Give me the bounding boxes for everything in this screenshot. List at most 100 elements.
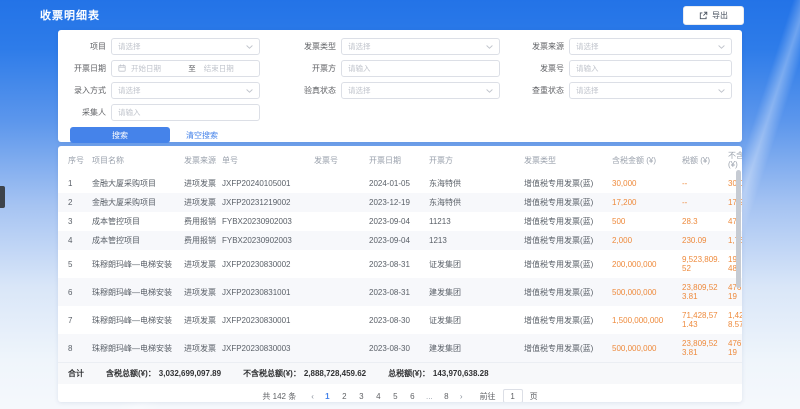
table-row[interactable]: 6珠穆朗玛峰—电梯安装进项发票JXFP202308310012023-08-31… xyxy=(58,278,742,306)
table-cell: 476,190,476.19 xyxy=(728,334,742,362)
date-start-placeholder: 开始日期 xyxy=(131,63,180,74)
page-button[interactable]: 4 xyxy=(372,391,385,402)
table-cell: 珠穆朗玛峰—电梯安装 xyxy=(92,255,184,274)
table-cell: 200,000,000 xyxy=(612,255,682,274)
table-cell: 2,000 xyxy=(612,231,682,250)
table-cell: 1 xyxy=(58,174,92,193)
background-decor-stripe xyxy=(734,85,800,409)
pagination-ellipsis: ... xyxy=(423,391,436,402)
page-button[interactable]: 2 xyxy=(338,391,351,402)
drawer-handle[interactable] xyxy=(0,186,5,208)
table-cell: 2 xyxy=(58,193,92,212)
table-cell: 5 xyxy=(58,255,92,274)
table-cell: 28.3 xyxy=(682,212,728,231)
table-cell: 费用报销 xyxy=(184,231,222,250)
table-cell: 2023-09-04 xyxy=(369,212,429,231)
table-cell: 增值税专用发票(蓝) xyxy=(524,231,612,250)
export-button[interactable]: 导出 xyxy=(683,6,744,25)
table-cell: 500 xyxy=(612,212,682,231)
page-title: 收票明细表 xyxy=(40,7,100,23)
table-row[interactable]: 8珠穆朗玛峰—电梯安装进项发票JXFP202308300032023-08-30… xyxy=(58,334,742,362)
verify-status-select[interactable]: 请选择 xyxy=(341,82,500,99)
table-cell: 2024-01-05 xyxy=(369,174,429,193)
next-page-button[interactable]: › xyxy=(457,391,466,402)
table-cell: 进项发票 xyxy=(184,193,222,212)
vertical-scrollbar[interactable] xyxy=(736,170,741,288)
table-row[interactable]: 2金融大厦采购项目进项发票JXFP202312190022023-12-19东海… xyxy=(58,193,742,212)
chevron-down-icon xyxy=(246,86,253,95)
table-cell: 1213 xyxy=(429,231,524,250)
table-cell: 6 xyxy=(58,283,92,302)
table-cell: JXFP20240105001 xyxy=(222,174,314,193)
table-row[interactable]: 3成本管控项目费用报销FYBX202309020032023-09-041121… xyxy=(58,212,742,231)
export-button-label: 导出 xyxy=(712,10,728,21)
table-cell: 500,000,000 xyxy=(612,283,682,302)
search-button[interactable]: 搜索 xyxy=(70,127,170,143)
table-cell: JXFP20230830003 xyxy=(222,339,314,358)
summary-row: 合计 含税总额(¥)：3,032,699,097.89 不含税总额(¥)：2,8… xyxy=(58,362,742,384)
chevron-down-icon xyxy=(246,42,253,51)
table-cell xyxy=(314,315,369,325)
filter-field-dup-status: 查重状态 请选择 xyxy=(512,82,734,99)
table-cell: 1,428,571,428.57 xyxy=(728,306,742,334)
table-cell: 1,500,000,000 xyxy=(612,311,682,330)
page-button[interactable]: 1 xyxy=(321,391,334,402)
clear-search-link[interactable]: 清空搜索 xyxy=(186,130,218,141)
table-row[interactable]: 5珠穆朗玛峰—电梯安装进项发票JXFP202308300022023-08-31… xyxy=(58,250,742,278)
issuer-label: 开票方 xyxy=(272,63,336,74)
table-cell: 4 xyxy=(58,231,92,250)
pagination: 共 142 条 ‹ 123456...8 › 前往 页 xyxy=(58,389,742,402)
summary-tax-total: 总税额(¥)：143,970,638.28 xyxy=(388,368,488,379)
filter-field-collector: 采集人 xyxy=(66,104,272,121)
prev-page-button[interactable]: ‹ xyxy=(308,391,317,402)
page-button[interactable]: 8 xyxy=(440,391,453,402)
column-header: 发票类型 xyxy=(524,151,612,170)
table-cell: 金融大厦采购项目 xyxy=(92,174,184,193)
column-header: 开票方 xyxy=(429,151,524,170)
table-cell xyxy=(314,217,369,227)
goto-page-input[interactable] xyxy=(503,389,523,402)
table-row[interactable]: 7珠穆朗玛峰—电梯安装进项发票JXFP202308300012023-08-30… xyxy=(58,306,742,334)
column-header: 含税金额 (¥) xyxy=(612,151,682,170)
table-cell: JXFP20230831001 xyxy=(222,283,314,302)
goto-label: 前往 xyxy=(480,391,496,402)
calendar-icon xyxy=(118,64,126,74)
invoice-date-range[interactable]: 开始日期 至 结束日期 xyxy=(111,60,260,77)
table-cell: 71,428,571.43 xyxy=(682,306,728,334)
column-header: 开票日期 xyxy=(369,151,429,170)
pagination-pages: 123456... 8 xyxy=(321,391,453,402)
filter-field-invoice-source: 发票来源 请选择 xyxy=(512,38,734,55)
table-cell xyxy=(314,236,369,246)
table-row[interactable]: 4成本管控项目费用报销FYBX202309020032023-09-041213… xyxy=(58,231,742,250)
chevron-down-icon xyxy=(718,86,725,95)
project-label: 项目 xyxy=(66,41,106,52)
page-button[interactable]: 5 xyxy=(389,391,402,402)
table-row[interactable]: 1金融大厦采购项目进项发票JXFP202401050012024-01-05东海… xyxy=(58,174,742,193)
page-button[interactable]: 6 xyxy=(406,391,419,402)
table-cell: FYBX20230902003 xyxy=(222,212,314,231)
summary-total-label: 合计 xyxy=(68,368,84,379)
collector-input[interactable] xyxy=(111,104,260,121)
dup-status-select[interactable]: 请选择 xyxy=(569,82,732,99)
table-cell: 东海特供 xyxy=(429,193,524,212)
table-cell: JXFP20230830001 xyxy=(222,311,314,330)
table-cell: 2023-12-19 xyxy=(369,193,429,212)
project-select[interactable]: 请选择 xyxy=(111,38,260,55)
entry-method-select[interactable]: 请选择 xyxy=(111,82,260,99)
invoice-no-input[interactable] xyxy=(569,60,732,77)
table-cell: FYBX20230902003 xyxy=(222,231,314,250)
verify-status-label: 验真状态 xyxy=(272,85,336,96)
invoice-type-select[interactable]: 请选择 xyxy=(341,38,500,55)
filter-field-entry-method: 录入方式 请选择 xyxy=(66,82,272,99)
table-cell: 进项发票 xyxy=(184,311,222,330)
issuer-input[interactable] xyxy=(341,60,500,77)
table-cell xyxy=(314,198,369,208)
table-cell: 3 xyxy=(58,212,92,231)
invoice-source-select[interactable]: 请选择 xyxy=(569,38,732,55)
table-cell: 金融大厦采购项目 xyxy=(92,193,184,212)
table-cell: 增值税专用发票(蓝) xyxy=(524,311,612,330)
filter-panel: 项目 请选择 发票类型 请选择 发票来源 请选择 开票日期 xyxy=(58,30,742,142)
table-cell: 增值税专用发票(蓝) xyxy=(524,193,612,212)
table-cell xyxy=(314,259,369,269)
page-button[interactable]: 3 xyxy=(355,391,368,402)
